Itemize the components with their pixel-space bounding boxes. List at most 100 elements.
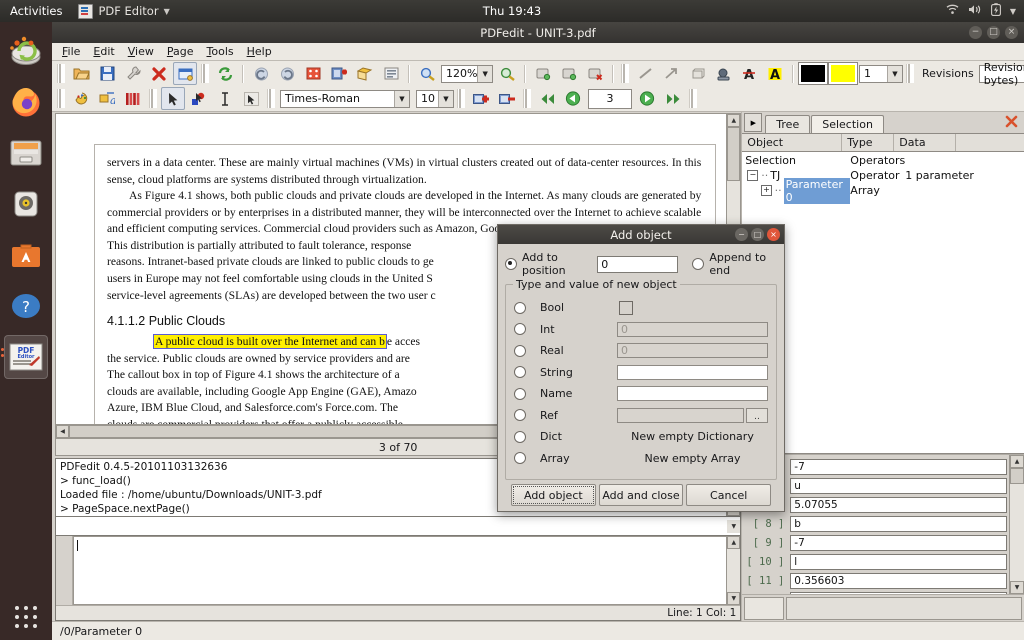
- zoom-icon[interactable]: [415, 62, 439, 85]
- toolbar-grip-10[interactable]: [689, 89, 697, 108]
- tree-column-extra[interactable]: [956, 134, 1024, 151]
- add-object-icon[interactable]: [469, 87, 493, 110]
- select-tool-icon[interactable]: [161, 87, 185, 110]
- revision-combo[interactable]: Revision: 0 (6681458 bytes) ▼: [978, 61, 1024, 87]
- activities-button[interactable]: Activities: [0, 4, 72, 18]
- console-command-combo[interactable]: ▼: [55, 517, 742, 536]
- line-icon[interactable]: [633, 62, 657, 85]
- menu-file[interactable]: File: [62, 45, 80, 58]
- scroll-down-icon[interactable]: ▼: [727, 592, 741, 605]
- radio-ref[interactable]: [514, 409, 526, 422]
- scroll-left-icon[interactable]: ◀: [56, 425, 69, 438]
- move-tool-icon[interactable]: [187, 87, 211, 110]
- next-page-icon[interactable]: [635, 87, 659, 110]
- font-size-combo[interactable]: 10 ▼: [416, 89, 454, 108]
- stripes-icon[interactable]: [121, 87, 145, 110]
- add-and-close-button[interactable]: Add and close: [598, 484, 684, 506]
- radio-add-to-position[interactable]: [505, 258, 517, 270]
- text-highlight-icon[interactable]: A: [763, 62, 787, 85]
- radio-name[interactable]: [514, 387, 526, 400]
- close-document-icon[interactable]: [147, 62, 171, 85]
- bool-checkbox[interactable]: [619, 300, 633, 315]
- property-value-input[interactable]: 5.07055: [790, 496, 1007, 513]
- add-page-icon[interactable]: [327, 62, 351, 85]
- radio-real[interactable]: [514, 344, 526, 357]
- tree-row-label-selected[interactable]: Parameter 0: [783, 177, 851, 204]
- save-icon[interactable]: [95, 62, 119, 85]
- real-input[interactable]: 0: [617, 343, 768, 359]
- radio-dict[interactable]: [514, 430, 526, 443]
- app-menu-button[interactable]: PDF Editor ▼: [72, 3, 175, 19]
- page-number-input[interactable]: 3: [588, 88, 632, 109]
- pointer-tool-icon[interactable]: [239, 87, 263, 110]
- page-properties-icon[interactable]: [379, 62, 403, 85]
- chevron-down-icon[interactable]: ▼: [477, 65, 492, 82]
- system-menu-chevron-icon[interactable]: ▼: [1010, 7, 1016, 16]
- menu-page[interactable]: Page: [167, 45, 194, 58]
- position-input[interactable]: 0: [597, 255, 679, 273]
- tree-column-data[interactable]: Data: [894, 134, 957, 151]
- toolbar-grip-9[interactable]: [523, 89, 531, 108]
- property-scrollbar[interactable]: ▲ ▼: [1009, 455, 1024, 594]
- radio-array[interactable]: [514, 452, 526, 465]
- int-input[interactable]: 0: [617, 321, 768, 337]
- maximize-icon[interactable]: □: [987, 26, 1000, 39]
- remove-object-icon[interactable]: [583, 62, 607, 85]
- toolbar-grip[interactable]: [57, 64, 65, 83]
- tab-tree[interactable]: Tree: [765, 115, 811, 133]
- text-tool-icon[interactable]: a: [95, 87, 119, 110]
- string-input[interactable]: [617, 364, 768, 380]
- dock-item-software-updater[interactable]: [4, 29, 48, 73]
- close-icon[interactable]: ×: [1005, 26, 1018, 39]
- color-swatch-yellow[interactable]: [828, 62, 858, 85]
- scroll-thumb[interactable]: [727, 127, 741, 181]
- redo-icon[interactable]: [275, 62, 299, 85]
- tab-scroll-icon[interactable]: ▶: [744, 113, 763, 132]
- battery-icon[interactable]: [990, 3, 1001, 19]
- property-footer-right[interactable]: [786, 596, 1022, 620]
- toolbar-grip-6[interactable]: [149, 89, 157, 108]
- chevron-down-icon[interactable]: ▼: [887, 65, 902, 82]
- expander-plus-icon[interactable]: +: [761, 185, 772, 196]
- color-picker-icon[interactable]: [69, 87, 93, 110]
- toolbar-grip-8[interactable]: [457, 89, 465, 108]
- menu-tools[interactable]: Tools: [207, 45, 234, 58]
- table-row[interactable]: Selection Operators: [742, 153, 1024, 168]
- insert-image-icon[interactable]: [531, 62, 555, 85]
- property-footer-left[interactable]: [744, 596, 785, 620]
- menu-help[interactable]: Help: [247, 45, 272, 58]
- scroll-up-icon[interactable]: ▲: [727, 114, 741, 127]
- line-width-combo[interactable]: 1 ▼: [859, 64, 903, 83]
- volume-icon[interactable]: [968, 4, 982, 18]
- radio-append-to-end[interactable]: [692, 258, 705, 270]
- first-page-icon[interactable]: [535, 87, 559, 110]
- pdf-selected-text[interactable]: A public cloud is built over the Interne…: [153, 334, 387, 350]
- insert-object-icon[interactable]: [557, 62, 581, 85]
- menu-edit[interactable]: Edit: [93, 45, 114, 58]
- table-row[interactable]: + ·· Parameter 0 Array: [742, 177, 1024, 204]
- scroll-down-icon[interactable]: ▼: [1010, 581, 1024, 594]
- tree-column-type[interactable]: Type: [842, 134, 895, 151]
- ref-input[interactable]: [617, 407, 744, 423]
- name-input[interactable]: [617, 386, 768, 402]
- property-value-input[interactable]: b: [790, 515, 1007, 532]
- minimize-icon[interactable]: −: [735, 228, 748, 241]
- stamp-icon[interactable]: [711, 62, 735, 85]
- chevron-down-icon[interactable]: ▼: [438, 90, 453, 107]
- remove-object-icon-2[interactable]: [495, 87, 519, 110]
- fit-page-icon[interactable]: [301, 62, 325, 85]
- font-family-combo[interactable]: Times-Roman ▼: [280, 89, 410, 108]
- ref-browse-button[interactable]: ..: [746, 407, 768, 423]
- scroll-thumb[interactable]: [1010, 468, 1024, 484]
- new-page-icon[interactable]: [173, 62, 197, 85]
- open-icon[interactable]: [69, 62, 93, 85]
- cancel-button[interactable]: Cancel: [686, 484, 772, 506]
- text-cursor-icon[interactable]: [213, 87, 237, 110]
- tree-column-object[interactable]: Object: [742, 134, 843, 151]
- toolbar-grip-5[interactable]: [57, 89, 65, 108]
- text-red-icon[interactable]: A: [737, 62, 761, 85]
- dock-item-firefox[interactable]: [4, 80, 48, 124]
- reload-icon[interactable]: [213, 62, 237, 85]
- radio-string[interactable]: [514, 366, 526, 379]
- dock-item-files[interactable]: [4, 131, 48, 175]
